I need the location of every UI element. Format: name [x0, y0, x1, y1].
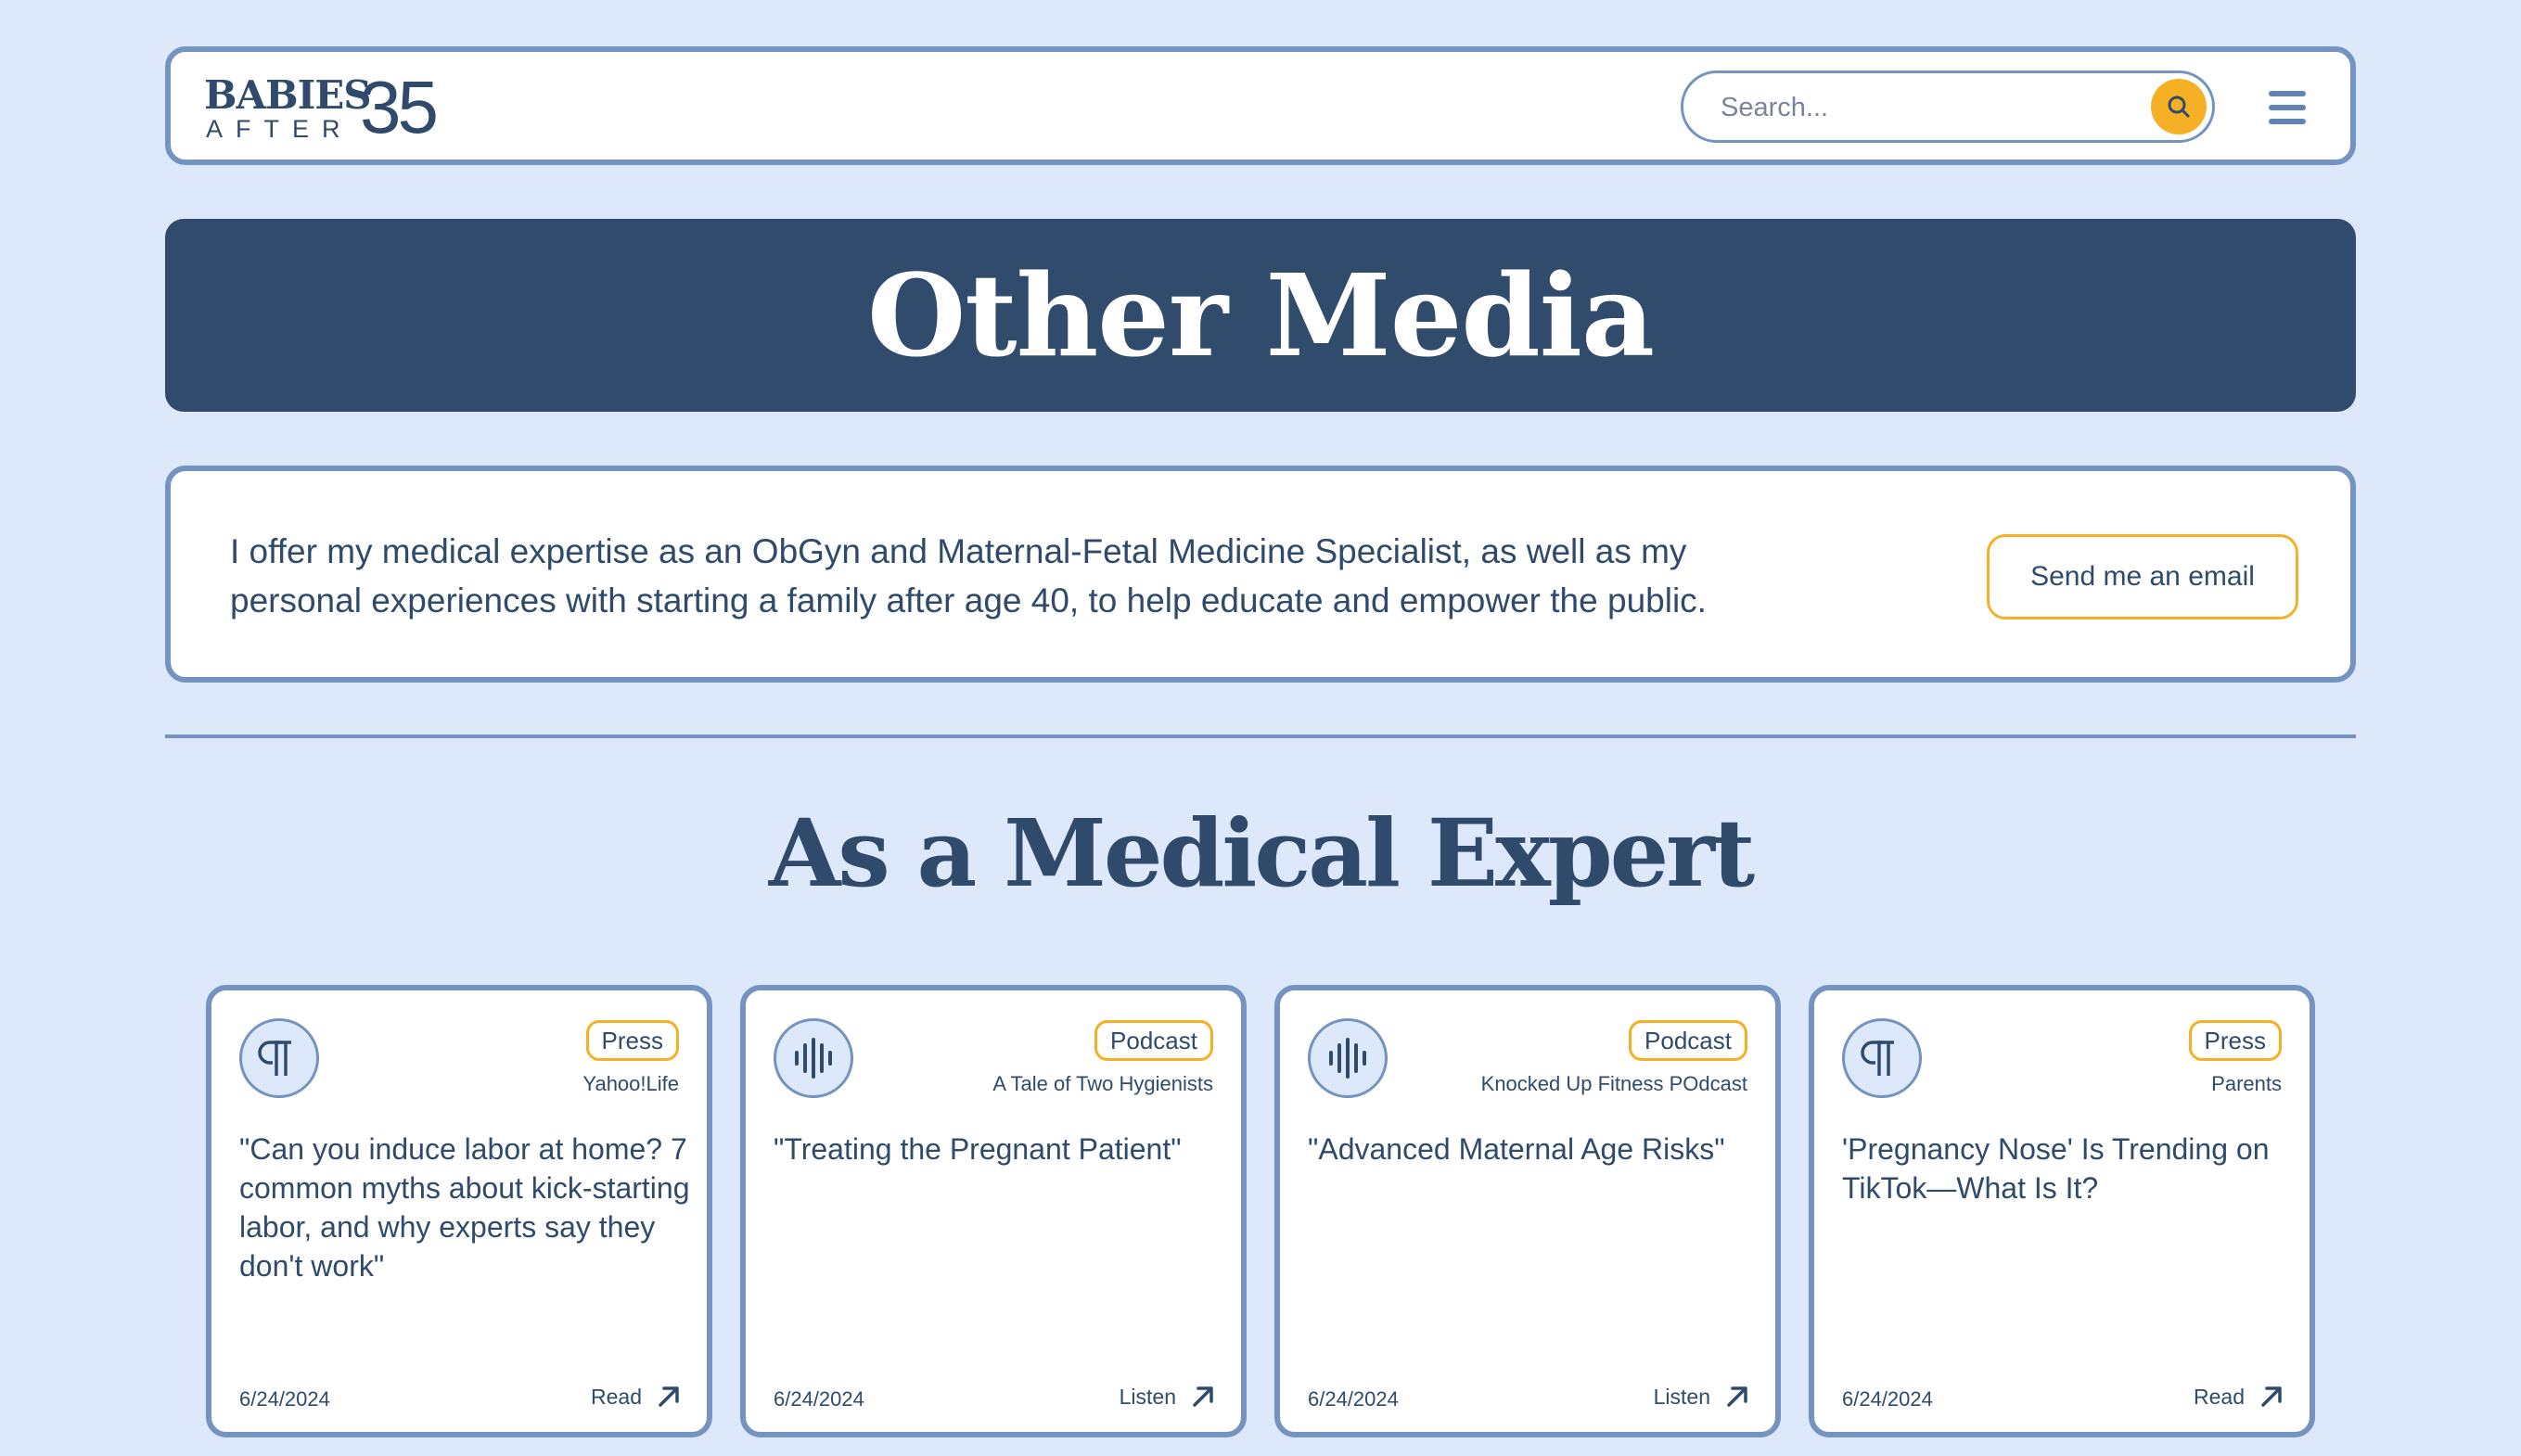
section-divider: [165, 734, 2356, 738]
arrow-up-right-icon: [1193, 1386, 1213, 1407]
category-badge: Podcast: [1629, 1020, 1747, 1061]
card-action-link[interactable]: Listen: [1120, 1380, 1215, 1413]
card-source: Yahoo!Life: [582, 1072, 679, 1095]
page-title-banner: Other Media: [165, 219, 2356, 412]
media-card[interactable]: Press Yahoo!Life "Can you induce labor a…: [206, 985, 712, 1437]
card-action-link[interactable]: Read: [2194, 1380, 2284, 1413]
media-card[interactable]: Podcast A Tale of Two Hygienists "Treati…: [740, 985, 1247, 1437]
logo-text-top: BABIES: [204, 72, 372, 118]
audio-waveform-icon: [774, 1018, 853, 1098]
audio-waveform-icon: [1308, 1018, 1388, 1098]
site-header: BABIES AFTER 35: [165, 46, 2356, 165]
page-title: Other Media: [866, 249, 1655, 382]
card-title: 'Pregnancy Nose' Is Trending on TikTok—W…: [1842, 1132, 2270, 1205]
card-date: 6/24/2024: [774, 1387, 864, 1411]
card-title: "Advanced Maternal Age Risks": [1308, 1132, 1725, 1166]
category-badge: Press: [2188, 1020, 2282, 1061]
paragraph-icon: [239, 1018, 319, 1098]
card-action-label: Read: [591, 1384, 642, 1409]
media-card[interactable]: Press Parents 'Pregnancy Nose' Is Trendi…: [1809, 985, 2315, 1437]
intro-panel: I offer my medical expertise as an ObGyn…: [165, 466, 2356, 683]
arrow-up-right-icon: [659, 1386, 679, 1407]
send-email-button[interactable]: Send me an email: [1987, 534, 2298, 619]
card-title: "Can you induce labor at home? 7 common …: [239, 1132, 690, 1283]
search-icon: [2168, 96, 2190, 118]
intro-text: I offer my medical expertise as an ObGyn…: [230, 532, 1707, 619]
arrow-up-right-icon: [2261, 1386, 2282, 1407]
hamburger-menu-icon[interactable]: [2269, 89, 2306, 126]
card-action-link[interactable]: Listen: [1654, 1380, 1749, 1413]
card-action-label: Read: [2194, 1384, 2245, 1409]
logo-text-bottom: AFTER: [206, 115, 353, 143]
search-input[interactable]: [1721, 90, 2129, 125]
card-source: Knocked Up Fitness POdcast: [1480, 1072, 1747, 1095]
section-heading: As a Medical Expert: [768, 798, 1755, 908]
logo-number: 35: [360, 66, 439, 148]
paragraph-icon: [1842, 1018, 1922, 1098]
search-button[interactable]: [2151, 79, 2207, 134]
card-source: Parents: [2211, 1072, 2282, 1095]
category-badge: Podcast: [1094, 1020, 1213, 1061]
search-bar: [1681, 70, 2215, 143]
arrow-up-right-icon: [1727, 1386, 1747, 1407]
media-card[interactable]: Podcast Knocked Up Fitness POdcast "Adva…: [1274, 985, 1781, 1437]
card-action-label: Listen: [1653, 1384, 1710, 1409]
card-action-label: Listen: [1119, 1384, 1176, 1409]
card-source: A Tale of Two Hygienists: [992, 1072, 1213, 1095]
card-date: 6/24/2024: [1842, 1387, 1933, 1411]
card-title: "Treating the Pregnant Patient": [774, 1132, 1182, 1166]
card-date: 6/24/2024: [239, 1387, 330, 1411]
category-badge: Press: [585, 1020, 679, 1061]
card-action-link[interactable]: Read: [591, 1380, 681, 1413]
site-logo[interactable]: BABIES AFTER 35: [204, 70, 439, 145]
card-date: 6/24/2024: [1308, 1387, 1399, 1411]
